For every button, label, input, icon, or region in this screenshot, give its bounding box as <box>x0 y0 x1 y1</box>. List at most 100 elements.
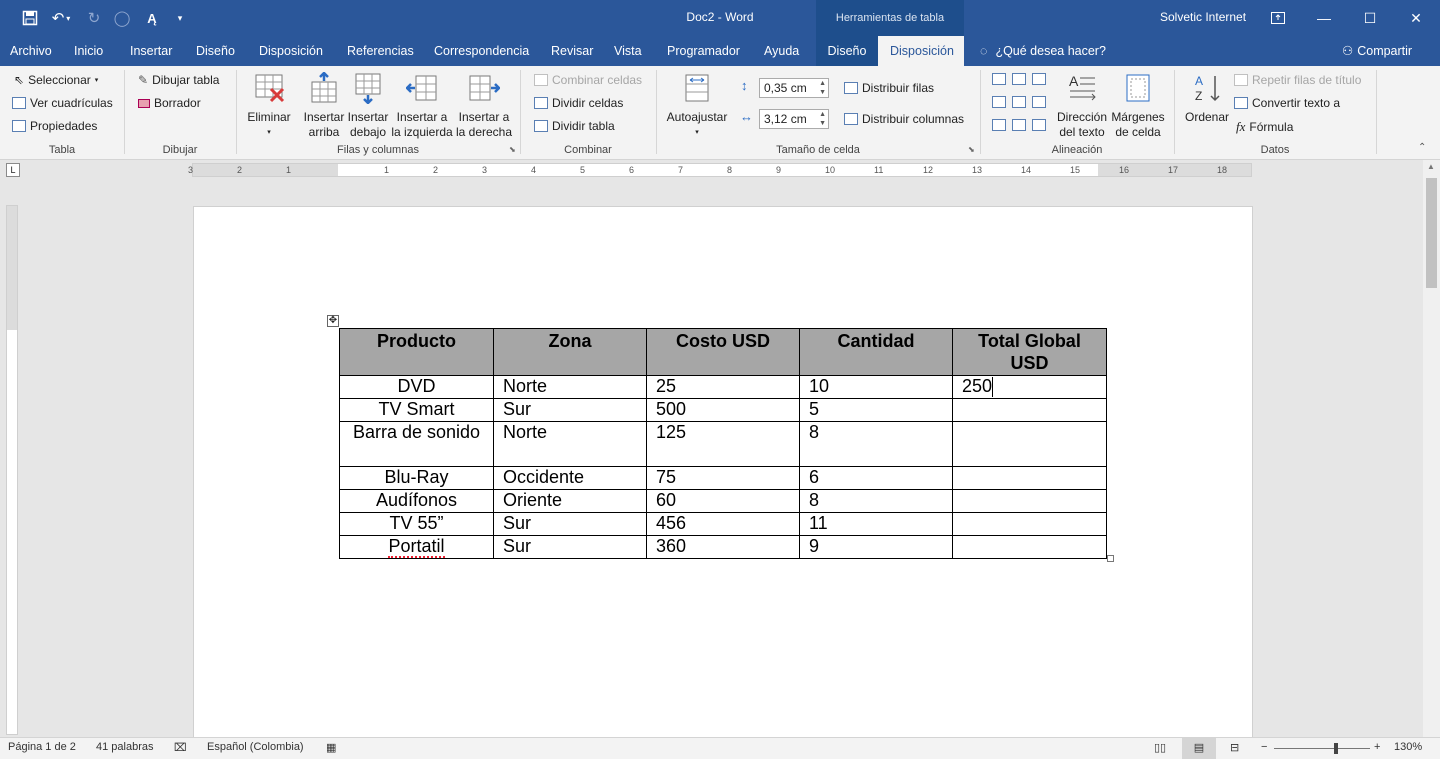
cell-zona[interactable]: Sur <box>493 512 647 536</box>
cell-total[interactable] <box>952 398 1107 422</box>
split-cells-button[interactable]: Dividir celdas <box>534 96 623 110</box>
cell-costo[interactable]: 60 <box>646 489 800 513</box>
customize-toolbar-icon[interactable]: ▾ <box>172 0 188 36</box>
cell-total[interactable] <box>952 421 1107 467</box>
word-count[interactable]: 41 palabras <box>96 741 154 753</box>
maximize-icon[interactable]: ☐ <box>1347 0 1393 36</box>
cell-producto[interactable]: DVD <box>339 375 494 399</box>
cell-cantidad[interactable]: 8 <box>799 421 953 467</box>
zoom-slider-thumb[interactable] <box>1333 743 1338 754</box>
cell-cantidad[interactable]: 5 <box>799 398 953 422</box>
cell-margins-button[interactable]: Márgenes de celda <box>1110 72 1166 140</box>
tab-diseno[interactable]: Diseño <box>196 36 235 66</box>
column-width-input[interactable]: 3,12 cm ▲ ▼ <box>759 109 829 129</box>
vertical-scrollbar[interactable]: ▲ <box>1423 160 1440 737</box>
align-bottom-center-icon[interactable] <box>1012 119 1026 131</box>
align-middle-left-icon[interactable] <box>992 96 1006 108</box>
tab-disposicion[interactable]: Disposición <box>259 36 323 66</box>
cell-costo[interactable]: 75 <box>646 466 800 490</box>
cell-producto[interactable]: Portatil <box>339 535 494 559</box>
cell-producto[interactable]: Blu-Ray <box>339 466 494 490</box>
sort-button[interactable]: AZ Ordenar <box>1182 72 1232 125</box>
language[interactable]: Español (Colombia) <box>207 741 304 753</box>
spinner-arrows-icon[interactable]: ▲ ▼ <box>819 110 826 128</box>
tab-table-disposicion[interactable]: Disposición <box>878 36 964 66</box>
tab-inicio[interactable]: Inicio <box>74 36 103 66</box>
merge-cells-button[interactable]: Combinar celdas <box>534 73 642 87</box>
cell-costo[interactable]: 125 <box>646 421 800 467</box>
cell-total[interactable]: 250 <box>952 375 1107 399</box>
align-bottom-right-icon[interactable] <box>1032 119 1046 131</box>
circle-icon[interactable]: ◯ <box>112 0 132 36</box>
cell-costo[interactable]: 500 <box>646 398 800 422</box>
cell-producto[interactable]: TV 55” <box>339 512 494 536</box>
close-icon[interactable]: ✕ <box>1393 0 1439 36</box>
cell-cantidad[interactable]: 8 <box>799 489 953 513</box>
tab-table-diseno[interactable]: Diseño <box>816 36 878 66</box>
zoom-level[interactable]: 130% <box>1394 741 1422 753</box>
page-count[interactable]: Página 1 de 2 <box>8 741 76 753</box>
tab-referencias[interactable]: Referencias <box>347 36 414 66</box>
undo-icon[interactable]: ↶ ▾ <box>48 0 74 36</box>
ribbon-display-icon[interactable] <box>1255 0 1301 36</box>
properties-button[interactable]: Propiedades <box>12 119 97 133</box>
repeat-header-rows-button[interactable]: Repetir filas de título <box>1234 73 1361 87</box>
cell-zona[interactable]: Sur <box>493 535 647 559</box>
cell-zona[interactable]: Oriente <box>493 489 647 513</box>
read-mode-icon[interactable]: ▯▯ <box>1154 741 1166 754</box>
cell-costo[interactable]: 25 <box>646 375 800 399</box>
select-button[interactable]: ⇖ Seleccionar ▾ <box>14 73 98 87</box>
cell-total[interactable] <box>952 512 1107 536</box>
align-top-center-icon[interactable] <box>1012 73 1026 85</box>
collapse-ribbon-icon[interactable]: ⌃ <box>1418 142 1426 153</box>
cell-costo[interactable]: 360 <box>646 535 800 559</box>
minimize-icon[interactable]: — <box>1301 0 1347 36</box>
header-producto[interactable]: Producto <box>339 328 494 376</box>
split-table-button[interactable]: Dividir tabla <box>534 119 615 133</box>
cell-cantidad[interactable]: 9 <box>799 535 953 559</box>
insert-above-button[interactable]: Insertar arriba <box>302 71 346 140</box>
convert-to-text-button[interactable]: Convertir texto a <box>1234 96 1340 110</box>
align-top-right-icon[interactable] <box>1032 73 1046 85</box>
align-bottom-left-icon[interactable] <box>992 119 1006 131</box>
horizontal-ruler[interactable]: 3 2 1 1 2 3 4 5 6 7 8 9 10 11 12 13 14 15 16 17 18 <box>188 163 1252 177</box>
tab-vista[interactable]: Vista <box>614 36 642 66</box>
macro-icon[interactable]: ▦ <box>326 741 336 754</box>
zoom-out-icon[interactable]: − <box>1261 741 1267 753</box>
header-total[interactable]: Total Global USD <box>952 328 1107 376</box>
align-top-left-icon[interactable] <box>992 73 1006 85</box>
insert-below-button[interactable]: Insertar debajo <box>346 72 390 140</box>
tab-programador[interactable]: Programador <box>667 36 740 66</box>
save-icon[interactable] <box>18 0 42 36</box>
web-layout-icon[interactable]: ⊟ <box>1230 741 1239 754</box>
redo-icon[interactable]: ↻ <box>84 0 104 36</box>
insert-right-button[interactable]: Insertar a la derecha <box>454 72 514 140</box>
cell-zona[interactable]: Occidente <box>493 466 647 490</box>
cell-total[interactable] <box>952 489 1107 513</box>
misspelled-word[interactable]: Portatil <box>388 536 445 558</box>
tab-insertar[interactable]: Insertar <box>130 36 172 66</box>
tab-correspondencia[interactable]: Correspondencia <box>434 36 529 66</box>
tab-archivo[interactable]: Archivo <box>10 36 52 66</box>
header-cantidad[interactable]: Cantidad <box>799 328 953 376</box>
header-zona[interactable]: Zona <box>493 328 647 376</box>
autofit-button[interactable]: Autoajustar ▾ <box>664 72 730 140</box>
cell-costo[interactable]: 456 <box>646 512 800 536</box>
delete-button[interactable]: Eliminar ▾ <box>244 72 294 140</box>
tab-selector-icon[interactable]: L <box>6 163 20 177</box>
share-button[interactable]: ⚇ Compartir <box>1342 36 1412 66</box>
proofing-icon[interactable]: ⌧ <box>174 741 187 754</box>
insert-left-button[interactable]: Insertar a la izquierda <box>390 72 454 140</box>
cell-zona[interactable]: Norte <box>493 421 647 467</box>
tab-ayuda[interactable]: Ayuda <box>764 36 799 66</box>
dialog-launcher-icon[interactable]: ⬊ <box>968 145 975 154</box>
tab-revisar[interactable]: Revisar <box>551 36 593 66</box>
distribute-rows-button[interactable]: Distribuir filas <box>844 81 934 95</box>
print-layout-icon[interactable]: ▤ <box>1182 738 1216 759</box>
cell-cantidad[interactable]: 10 <box>799 375 953 399</box>
zoom-slider[interactable] <box>1274 743 1370 754</box>
view-gridlines-button[interactable]: Ver cuadrículas <box>12 96 113 110</box>
table-resize-handle[interactable] <box>1107 555 1114 562</box>
cell-cantidad[interactable]: 11 <box>799 512 953 536</box>
cell-zona[interactable]: Sur <box>493 398 647 422</box>
